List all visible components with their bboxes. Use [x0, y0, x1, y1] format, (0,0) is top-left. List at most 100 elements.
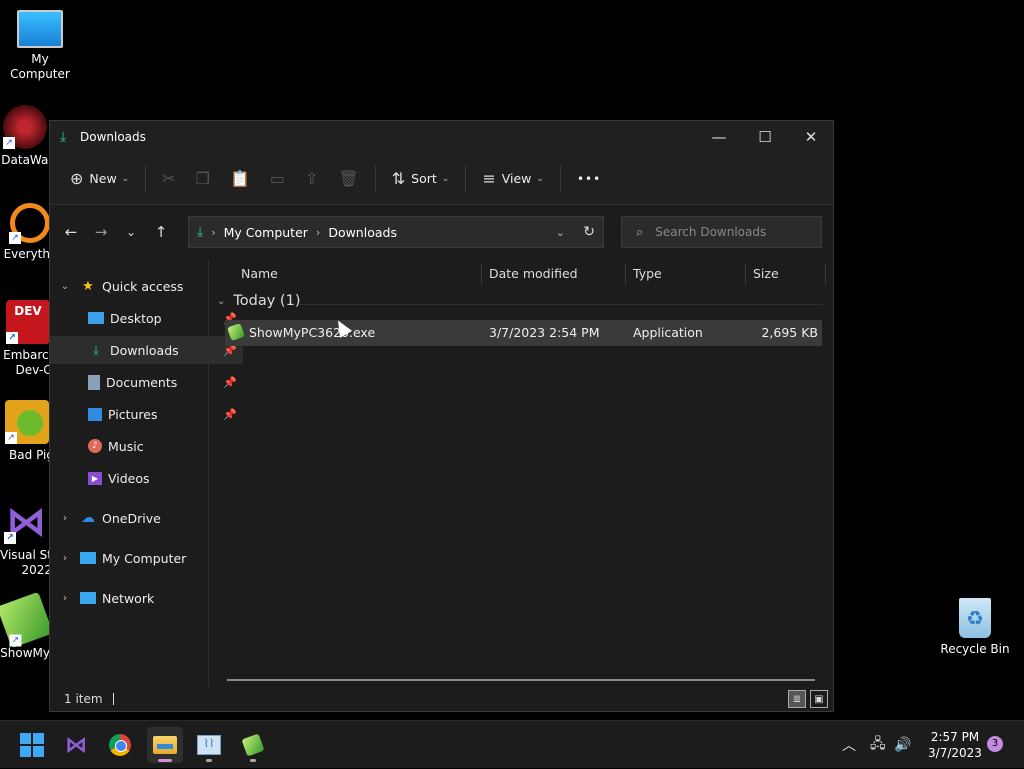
- column-header-date[interactable]: Date modified: [489, 260, 625, 286]
- chevron-down-icon: ⌄: [121, 173, 130, 184]
- desktop-icon-my-computer[interactable]: My Computer: [0, 10, 80, 82]
- column-divider[interactable]: [625, 263, 626, 285]
- more-options-button[interactable]: •••: [567, 162, 611, 196]
- taskbar-visual-studio[interactable]: ⋈: [58, 727, 94, 763]
- show-hidden-icons-button[interactable]: ︿: [842, 721, 856, 769]
- close-button[interactable]: ✕: [788, 121, 834, 153]
- chrome-icon: [109, 734, 131, 756]
- toolbar-divider: [374, 165, 376, 192]
- downloads-icon: ⤓: [93, 342, 99, 358]
- shortcut-arrow-icon: ↗: [3, 137, 15, 149]
- taskbar-task-manager[interactable]: ⌇⌇: [191, 727, 227, 763]
- column-divider[interactable]: [825, 263, 826, 285]
- chevron-down-icon: ⌄: [60, 280, 70, 292]
- cut-button[interactable]: ✂: [152, 162, 185, 196]
- taskbar-chrome[interactable]: [102, 727, 138, 763]
- nav-label: Desktop: [110, 310, 162, 326]
- breadcrumb-my-computer[interactable]: My Computer: [224, 225, 308, 240]
- minimize-button[interactable]: —: [696, 121, 742, 153]
- desktop-icon-label: Visual St 2022: [0, 548, 52, 577]
- desktop-icon-devcpp[interactable]: DEV ↗ Embarca Dev-C-: [0, 300, 56, 378]
- view-button[interactable]: ≡ View ⌄: [472, 162, 554, 196]
- column-label: Name: [241, 265, 278, 281]
- taskbar-showmypc[interactable]: [235, 727, 271, 763]
- up-button[interactable]: ↑: [146, 217, 176, 247]
- start-button[interactable]: [14, 727, 50, 763]
- scissors-icon: ✂: [162, 169, 176, 188]
- file-date: 3/7/2023 2:54 PM: [489, 325, 600, 340]
- tiles-view-button[interactable]: ▣: [810, 690, 828, 708]
- group-header-today[interactable]: ⌄ Today (1): [217, 293, 300, 309]
- running-indicator: [250, 759, 256, 762]
- arrow-up-icon: ↑: [154, 223, 168, 241]
- desktop-icon-label: Bad Pig: [9, 448, 54, 462]
- column-header-size[interactable]: Size: [753, 260, 825, 286]
- desktop-icon-showmypc[interactable]: ↗ ShowMy: [0, 591, 54, 661]
- nav-onedrive[interactable]: › ☁ OneDrive: [50, 504, 213, 532]
- new-button[interactable]: ⊕ New ⌄: [60, 162, 139, 196]
- nav-label: Quick access: [102, 278, 184, 294]
- sort-arrows-icon: ⇅: [391, 169, 406, 188]
- application-icon: [227, 323, 245, 341]
- taskbar: ⋈ ⌇⌇ ︿ 🖧 🔊 2:57 PM 3/7/2023: [0, 720, 1024, 768]
- toolbar-divider: [145, 165, 147, 192]
- address-dropdown-button[interactable]: ⌄: [556, 226, 565, 239]
- paste-button[interactable]: 📋: [220, 162, 260, 196]
- network-icon: 🖧: [870, 736, 886, 752]
- column-divider[interactable]: [745, 263, 746, 285]
- forward-button[interactable]: →: [86, 217, 116, 247]
- sort-button[interactable]: ⇅ Sort ⌄: [382, 162, 460, 196]
- refresh-button[interactable]: ↻: [583, 224, 595, 240]
- search-box[interactable]: ⌕: [621, 216, 822, 248]
- nav-network[interactable]: › Network: [50, 584, 213, 612]
- speaker-icon: 🔊: [894, 737, 912, 753]
- clock-date: 3/7/2023: [928, 746, 982, 760]
- desktop-icon-visual-studio[interactable]: ⋈ ↗ Visual St 2022: [0, 500, 52, 578]
- volume-button[interactable]: 🔊: [894, 721, 911, 769]
- nav-label: Videos: [108, 470, 150, 486]
- file-explorer-window: ⤓ Downloads — ☐ ✕ ⊕ New ⌄ ✂ ❐ 📋 ▭ ⇪ 🗑 ⇅ …: [49, 120, 834, 712]
- star-icon: ★: [82, 278, 94, 294]
- table-row[interactable]: ShowMyPC3620.exe 3/7/2023 2:54 PM Applic…: [225, 320, 822, 346]
- nav-quick-access[interactable]: ⌄ ★ Quick access: [50, 272, 213, 300]
- desktop-icon-bad-piggies[interactable]: ↗ Bad Pig: [0, 400, 54, 463]
- nav-label: OneDrive: [102, 510, 161, 526]
- rename-icon: ▭: [269, 169, 286, 188]
- nav-label: Downloads: [110, 342, 179, 358]
- details-view-button[interactable]: ≣: [788, 690, 806, 708]
- column-header-name[interactable]: Name: [241, 260, 481, 286]
- devcpp-icon: DEV ↗: [6, 300, 50, 344]
- copy-button[interactable]: ❐: [186, 162, 220, 196]
- notification-badge[interactable]: 3: [987, 736, 1003, 752]
- clock-time: 2:57 PM: [930, 730, 980, 744]
- copy-icon: ❐: [195, 169, 210, 188]
- chevron-up-icon: ︿: [842, 738, 856, 754]
- desktop-folder-icon: [88, 312, 104, 324]
- back-button[interactable]: ←: [56, 217, 86, 247]
- address-bar[interactable]: ⤓ › My Computer › Downloads ⌄ ↻: [188, 216, 604, 248]
- horizontal-scrollbar[interactable]: [227, 679, 815, 681]
- desktop-icon-everything[interactable]: ↗ Everyth: [0, 203, 50, 262]
- recent-locations-button[interactable]: ⌄: [116, 217, 146, 247]
- maximize-button[interactable]: ☐: [742, 121, 788, 153]
- taskbar-file-explorer[interactable]: [147, 727, 183, 763]
- column-divider[interactable]: [481, 263, 482, 285]
- status-divider: [112, 693, 114, 705]
- toolbar-divider: [465, 165, 467, 192]
- title-bar[interactable]: ⤓ Downloads — ☐ ✕: [50, 121, 833, 153]
- breadcrumb-downloads[interactable]: Downloads: [328, 225, 397, 240]
- group-label: Today (1): [233, 293, 301, 309]
- network-status-button[interactable]: 🖧: [870, 721, 886, 769]
- rename-button[interactable]: ▭: [260, 162, 295, 196]
- visual-studio-icon: ⋈ ↗: [4, 499, 46, 545]
- nav-label: Music: [108, 438, 144, 454]
- delete-button[interactable]: 🗑: [328, 162, 368, 196]
- search-input[interactable]: [653, 224, 808, 240]
- running-indicator: [206, 759, 212, 762]
- nav-my-computer[interactable]: › My Computer: [50, 544, 213, 572]
- column-header-type[interactable]: Type: [633, 260, 745, 286]
- taskbar-clock[interactable]: 2:57 PM 3/7/2023: [920, 729, 990, 761]
- sort-label: Sort: [411, 171, 437, 186]
- desktop-icon-recycle-bin[interactable]: ♻ Recycle Bin: [935, 598, 1015, 657]
- share-button[interactable]: ⇪: [295, 162, 328, 196]
